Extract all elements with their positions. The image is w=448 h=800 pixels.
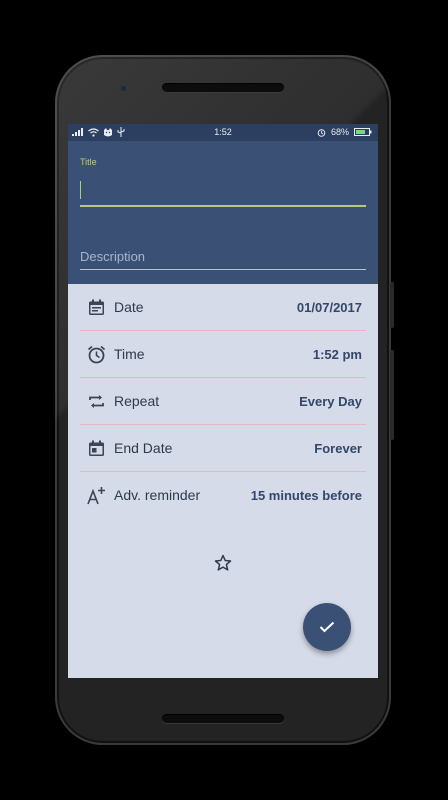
save-fab-button[interactable] bbox=[303, 603, 351, 651]
date-label: Date bbox=[114, 299, 144, 315]
bottom-speaker bbox=[162, 714, 284, 723]
status-bar: 1:52 68% bbox=[68, 124, 378, 141]
title-label: Title bbox=[80, 157, 97, 167]
time-row[interactable]: Time 1:52 pm bbox=[80, 331, 366, 378]
volume-button bbox=[390, 350, 394, 440]
date-row[interactable]: Date 01/07/2017 bbox=[80, 284, 366, 331]
form-header: Title Description bbox=[68, 141, 378, 284]
end-date-label: End Date bbox=[114, 440, 173, 456]
alarm-status-icon bbox=[317, 128, 326, 137]
star-icon[interactable] bbox=[214, 554, 232, 572]
battery-icon bbox=[354, 128, 372, 136]
power-button bbox=[390, 282, 394, 328]
font-plus-icon bbox=[86, 485, 106, 505]
calendar-end-icon bbox=[86, 438, 106, 458]
adv-reminder-label: Adv. reminder bbox=[114, 487, 201, 503]
end-date-row[interactable]: End Date Forever bbox=[80, 425, 366, 472]
adv-reminder-value: 15 minutes before bbox=[250, 487, 362, 503]
time-value: 1:52 pm bbox=[312, 346, 362, 362]
description-input[interactable]: Description bbox=[80, 245, 366, 270]
status-icons-right: 68% bbox=[317, 127, 372, 137]
reminder-settings-list: Date 01/07/2017 Time 1:52 pm Repeat Ever… bbox=[80, 284, 366, 518]
repeat-value: Every Day bbox=[299, 393, 362, 409]
calendar-icon bbox=[86, 297, 106, 317]
battery-percent: 68% bbox=[330, 127, 349, 137]
date-value: 01/07/2017 bbox=[296, 299, 362, 315]
time-label: Time bbox=[114, 346, 145, 362]
app-screen: 1:52 68% Title Description Date 01/07/20… bbox=[68, 124, 378, 678]
repeat-row[interactable]: Repeat Every Day bbox=[80, 378, 366, 425]
earpiece-speaker bbox=[162, 83, 284, 92]
end-date-value: Forever bbox=[314, 440, 362, 456]
repeat-icon bbox=[86, 391, 106, 411]
alarm-clock-icon bbox=[86, 344, 106, 364]
front-camera bbox=[121, 86, 126, 91]
adv-reminder-row[interactable]: Adv. reminder 15 minutes before bbox=[80, 472, 366, 518]
title-input[interactable] bbox=[80, 175, 366, 207]
checkmark-icon bbox=[319, 621, 335, 633]
text-caret bbox=[80, 181, 81, 199]
repeat-label: Repeat bbox=[114, 393, 160, 409]
